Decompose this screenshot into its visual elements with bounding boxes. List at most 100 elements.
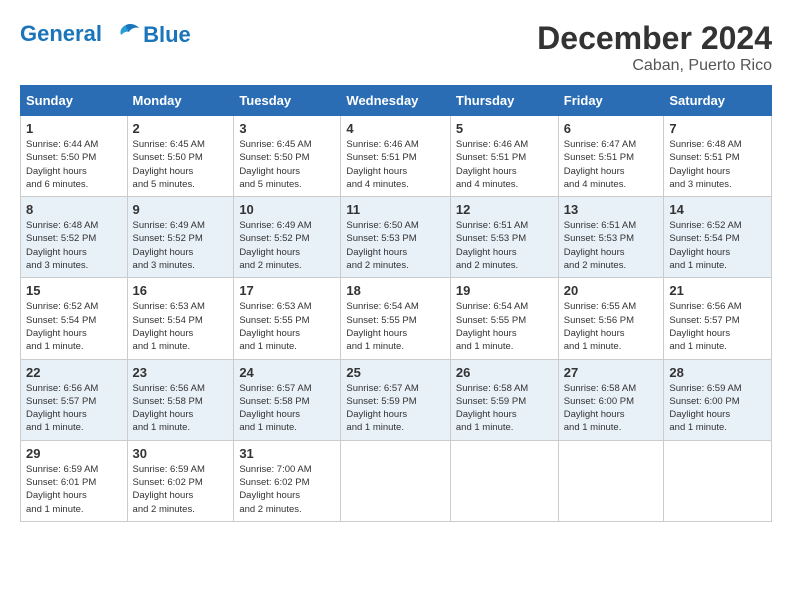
day-info: Sunrise: 6:48 AM Sunset: 5:51 PM Dayligh… [669,138,766,191]
day-info: Sunrise: 6:51 AM Sunset: 5:53 PM Dayligh… [564,219,659,272]
header-tuesday: Tuesday [234,86,341,116]
day-info: Sunrise: 6:53 AM Sunset: 5:54 PM Dayligh… [133,300,229,353]
logo: General Blue [20,20,191,50]
day-info: Sunrise: 6:56 AM Sunset: 5:57 PM Dayligh… [26,382,122,435]
calendar-cell: 4 Sunrise: 6:46 AM Sunset: 5:51 PM Dayli… [341,116,450,197]
day-info: Sunrise: 6:56 AM Sunset: 5:57 PM Dayligh… [669,300,766,353]
calendar-cell: 24 Sunrise: 6:57 AM Sunset: 5:58 PM Dayl… [234,359,341,440]
day-info: Sunrise: 6:57 AM Sunset: 5:58 PM Dayligh… [239,382,335,435]
calendar-cell: 9 Sunrise: 6:49 AM Sunset: 5:52 PM Dayli… [127,197,234,278]
day-info: Sunrise: 6:51 AM Sunset: 5:53 PM Dayligh… [456,219,553,272]
calendar-cell: 1 Sunrise: 6:44 AM Sunset: 5:50 PM Dayli… [21,116,128,197]
day-info: Sunrise: 6:49 AM Sunset: 5:52 PM Dayligh… [133,219,229,272]
day-info: Sunrise: 7:00 AM Sunset: 6:02 PM Dayligh… [239,463,335,516]
day-info: Sunrise: 6:58 AM Sunset: 6:00 PM Dayligh… [564,382,659,435]
calendar-cell [558,440,664,521]
day-number: 5 [456,121,553,136]
day-info: Sunrise: 6:48 AM Sunset: 5:52 PM Dayligh… [26,219,122,272]
day-number: 11 [346,202,444,217]
calendar-cell: 21 Sunrise: 6:56 AM Sunset: 5:57 PM Dayl… [664,278,772,359]
day-number: 7 [669,121,766,136]
header-wednesday: Wednesday [341,86,450,116]
day-number: 30 [133,446,229,461]
day-number: 9 [133,202,229,217]
calendar-cell: 16 Sunrise: 6:53 AM Sunset: 5:54 PM Dayl… [127,278,234,359]
calendar-cell [450,440,558,521]
month-title: December 2024 [537,20,772,57]
calendar-cell: 27 Sunrise: 6:58 AM Sunset: 6:00 PM Dayl… [558,359,664,440]
day-number: 26 [456,365,553,380]
calendar-header-row: Sunday Monday Tuesday Wednesday Thursday… [21,86,772,116]
calendar-table: Sunday Monday Tuesday Wednesday Thursday… [20,85,772,522]
day-info: Sunrise: 6:54 AM Sunset: 5:55 PM Dayligh… [456,300,553,353]
day-number: 20 [564,283,659,298]
calendar-cell: 5 Sunrise: 6:46 AM Sunset: 5:51 PM Dayli… [450,116,558,197]
calendar-cell: 3 Sunrise: 6:45 AM Sunset: 5:50 PM Dayli… [234,116,341,197]
calendar-cell: 17 Sunrise: 6:53 AM Sunset: 5:55 PM Dayl… [234,278,341,359]
calendar-cell: 12 Sunrise: 6:51 AM Sunset: 5:53 PM Dayl… [450,197,558,278]
header-thursday: Thursday [450,86,558,116]
day-number: 8 [26,202,122,217]
day-number: 13 [564,202,659,217]
day-number: 28 [669,365,766,380]
title-area: December 2024 Caban, Puerto Rico [537,20,772,75]
day-number: 19 [456,283,553,298]
day-info: Sunrise: 6:56 AM Sunset: 5:58 PM Dayligh… [133,382,229,435]
calendar-cell: 6 Sunrise: 6:47 AM Sunset: 5:51 PM Dayli… [558,116,664,197]
day-info: Sunrise: 6:59 AM Sunset: 6:00 PM Dayligh… [669,382,766,435]
calendar-cell: 15 Sunrise: 6:52 AM Sunset: 5:54 PM Dayl… [21,278,128,359]
calendar-cell: 13 Sunrise: 6:51 AM Sunset: 5:53 PM Dayl… [558,197,664,278]
day-number: 17 [239,283,335,298]
page-header: General Blue December 2024 Caban, Puerto… [20,20,772,75]
day-info: Sunrise: 6:46 AM Sunset: 5:51 PM Dayligh… [456,138,553,191]
header-friday: Friday [558,86,664,116]
day-number: 29 [26,446,122,461]
day-info: Sunrise: 6:53 AM Sunset: 5:55 PM Dayligh… [239,300,335,353]
day-number: 27 [564,365,659,380]
day-info: Sunrise: 6:52 AM Sunset: 5:54 PM Dayligh… [26,300,122,353]
day-number: 15 [26,283,122,298]
day-info: Sunrise: 6:54 AM Sunset: 5:55 PM Dayligh… [346,300,444,353]
day-number: 16 [133,283,229,298]
location: Caban, Puerto Rico [537,57,772,75]
day-info: Sunrise: 6:59 AM Sunset: 6:01 PM Dayligh… [26,463,122,516]
calendar-cell: 22 Sunrise: 6:56 AM Sunset: 5:57 PM Dayl… [21,359,128,440]
day-number: 24 [239,365,335,380]
calendar-cell: 26 Sunrise: 6:58 AM Sunset: 5:59 PM Dayl… [450,359,558,440]
day-info: Sunrise: 6:55 AM Sunset: 5:56 PM Dayligh… [564,300,659,353]
day-info: Sunrise: 6:57 AM Sunset: 5:59 PM Dayligh… [346,382,444,435]
day-number: 2 [133,121,229,136]
day-number: 21 [669,283,766,298]
day-info: Sunrise: 6:47 AM Sunset: 5:51 PM Dayligh… [564,138,659,191]
day-number: 4 [346,121,444,136]
day-number: 14 [669,202,766,217]
day-info: Sunrise: 6:50 AM Sunset: 5:53 PM Dayligh… [346,219,444,272]
logo-general: General [20,21,102,46]
calendar-cell: 31 Sunrise: 7:00 AM Sunset: 6:02 PM Dayl… [234,440,341,521]
day-number: 3 [239,121,335,136]
calendar-week-2: 8 Sunrise: 6:48 AM Sunset: 5:52 PM Dayli… [21,197,772,278]
day-info: Sunrise: 6:58 AM Sunset: 5:59 PM Dayligh… [456,382,553,435]
calendar-cell: 18 Sunrise: 6:54 AM Sunset: 5:55 PM Dayl… [341,278,450,359]
calendar-cell: 30 Sunrise: 6:59 AM Sunset: 6:02 PM Dayl… [127,440,234,521]
logo-bird-icon [111,20,141,50]
day-number: 23 [133,365,229,380]
calendar-week-4: 22 Sunrise: 6:56 AM Sunset: 5:57 PM Dayl… [21,359,772,440]
header-sunday: Sunday [21,86,128,116]
calendar-cell: 14 Sunrise: 6:52 AM Sunset: 5:54 PM Dayl… [664,197,772,278]
calendar-cell: 10 Sunrise: 6:49 AM Sunset: 5:52 PM Dayl… [234,197,341,278]
calendar-week-5: 29 Sunrise: 6:59 AM Sunset: 6:01 PM Dayl… [21,440,772,521]
day-info: Sunrise: 6:45 AM Sunset: 5:50 PM Dayligh… [239,138,335,191]
day-info: Sunrise: 6:52 AM Sunset: 5:54 PM Dayligh… [669,219,766,272]
day-info: Sunrise: 6:45 AM Sunset: 5:50 PM Dayligh… [133,138,229,191]
day-number: 25 [346,365,444,380]
day-number: 12 [456,202,553,217]
day-info: Sunrise: 6:49 AM Sunset: 5:52 PM Dayligh… [239,219,335,272]
day-number: 1 [26,121,122,136]
calendar-cell: 11 Sunrise: 6:50 AM Sunset: 5:53 PM Dayl… [341,197,450,278]
day-info: Sunrise: 6:44 AM Sunset: 5:50 PM Dayligh… [26,138,122,191]
calendar-cell: 19 Sunrise: 6:54 AM Sunset: 5:55 PM Dayl… [450,278,558,359]
day-info: Sunrise: 6:46 AM Sunset: 5:51 PM Dayligh… [346,138,444,191]
calendar-cell: 23 Sunrise: 6:56 AM Sunset: 5:58 PM Dayl… [127,359,234,440]
calendar-cell: 8 Sunrise: 6:48 AM Sunset: 5:52 PM Dayli… [21,197,128,278]
